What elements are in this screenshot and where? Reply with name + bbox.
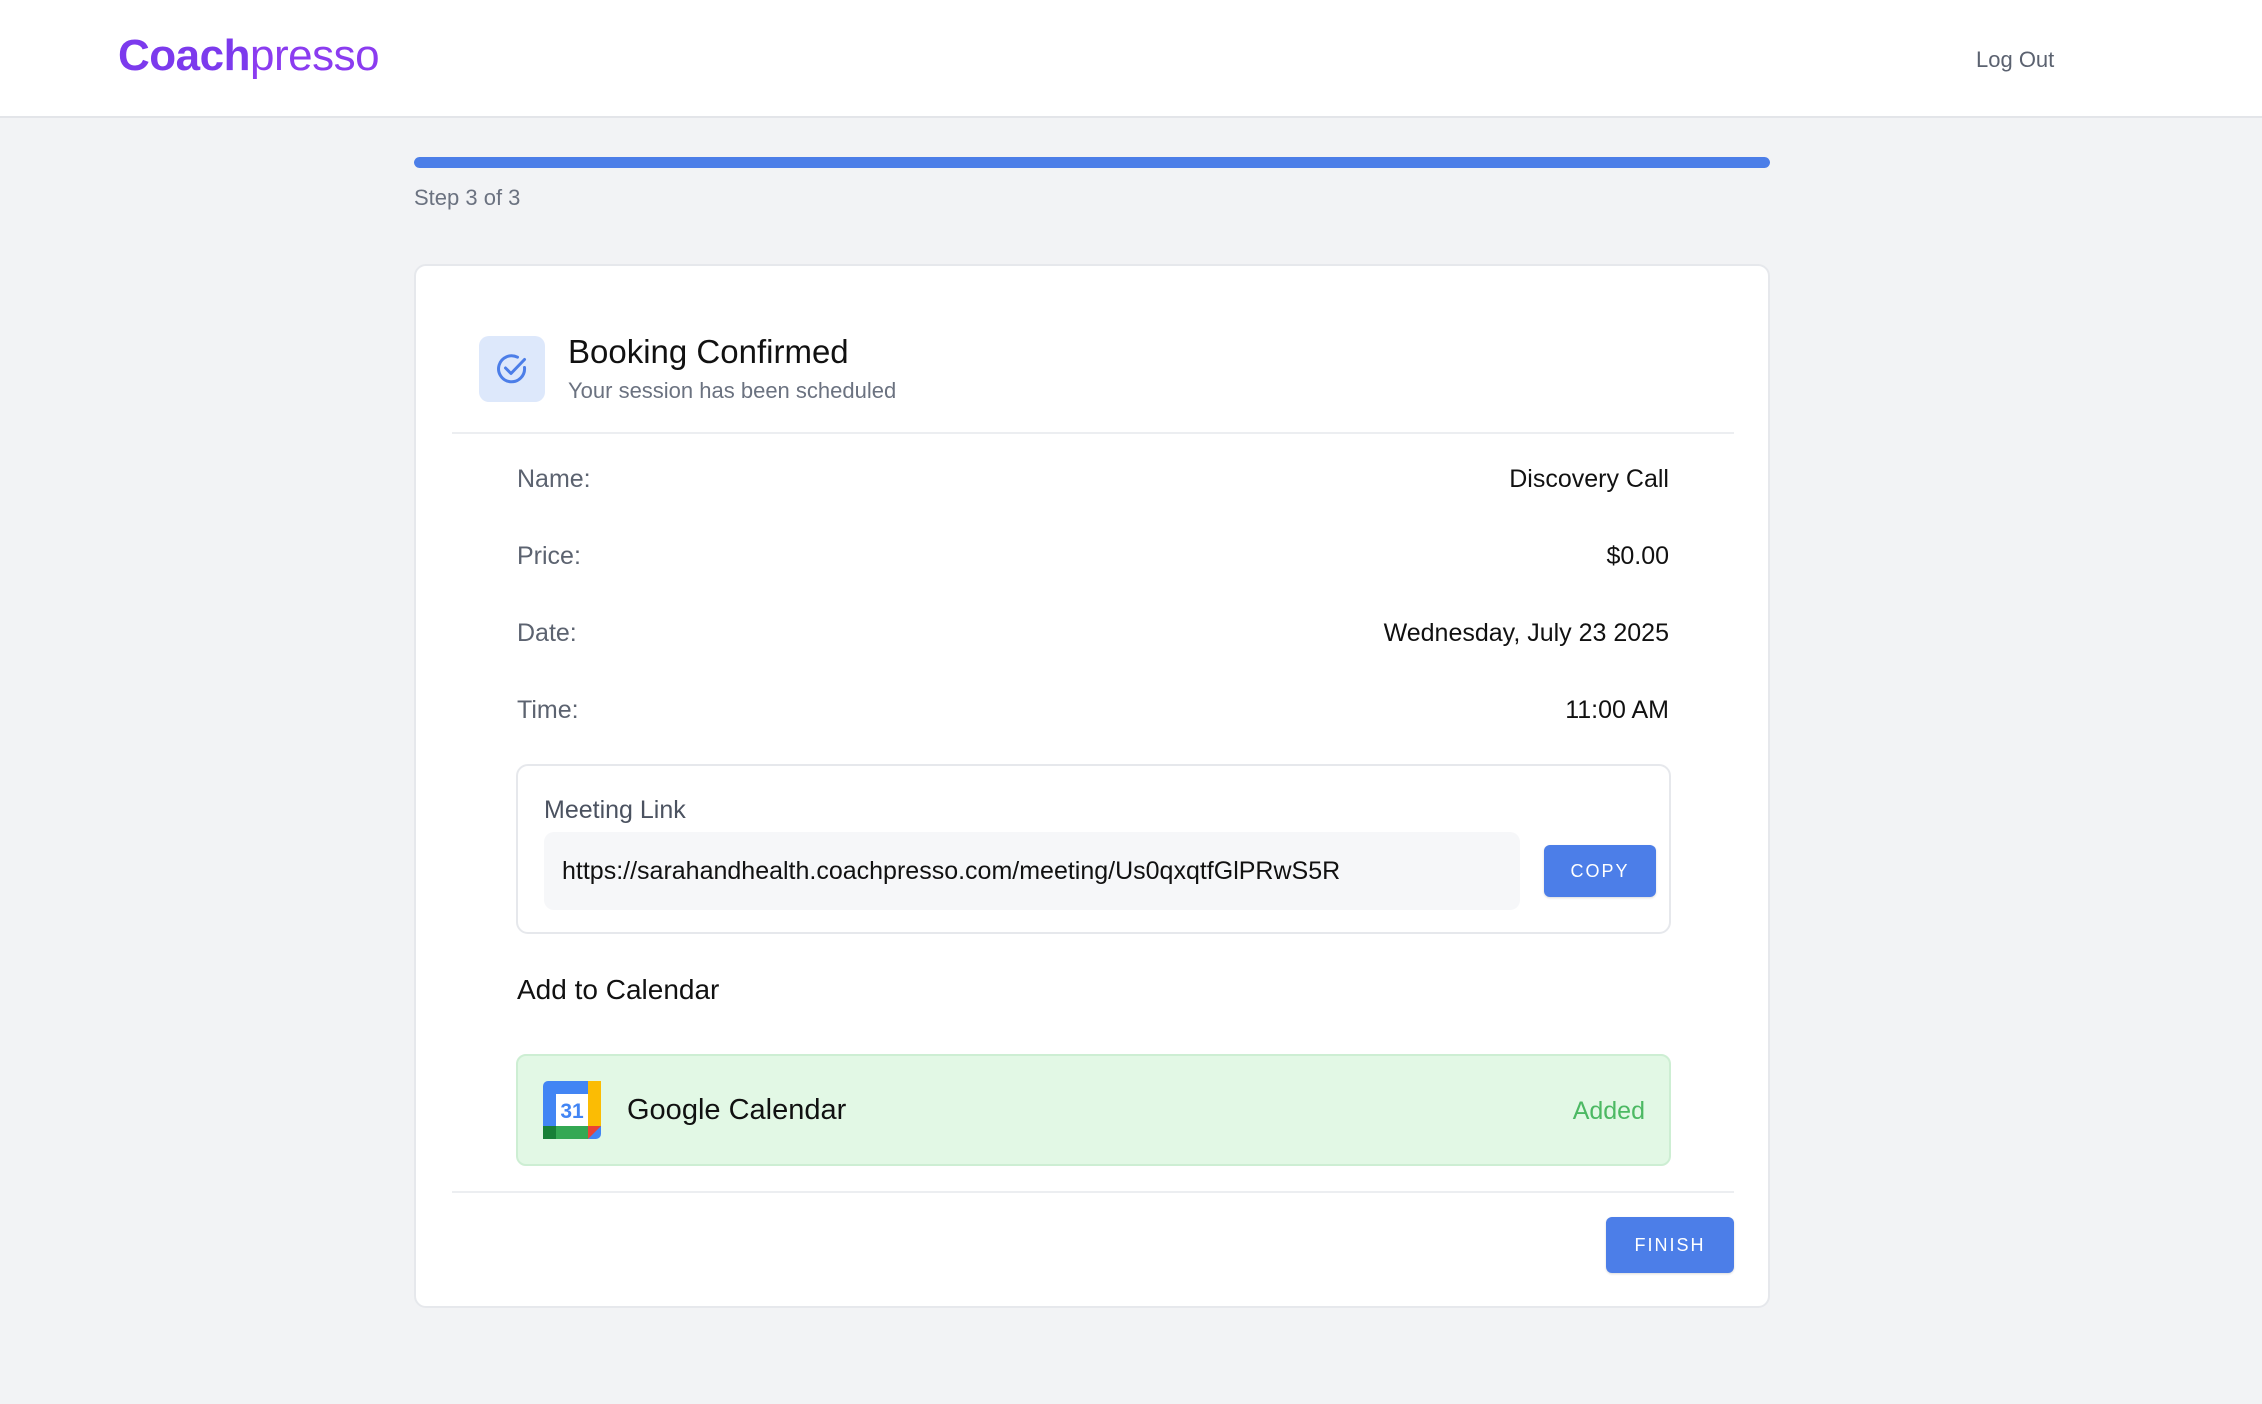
header-divider bbox=[452, 432, 1734, 434]
google-calendar-icon-day: 31 bbox=[560, 1100, 584, 1123]
footer-divider bbox=[452, 1191, 1734, 1193]
confirmation-title: Booking Confirmed bbox=[568, 333, 849, 370]
copy-button[interactable]: COPY bbox=[1544, 845, 1656, 897]
detail-row-time: Time: 11:00 AM bbox=[517, 690, 1669, 730]
calendar-status-badge: Added bbox=[1572, 1097, 1645, 1125]
booking-confirmation-card: Booking Confirmed Your session has been … bbox=[414, 264, 1770, 1308]
detail-value: 11:00 AM bbox=[1565, 696, 1669, 724]
detail-value: Discovery Call bbox=[1509, 465, 1669, 493]
detail-row-name: Name: Discovery Call bbox=[517, 459, 1669, 499]
top-navbar: Coachpresso Log Out bbox=[0, 0, 2262, 118]
step-indicator: Step 3 of 3 bbox=[414, 185, 521, 210]
progress-bar-fill bbox=[414, 157, 1770, 168]
progress-bar bbox=[414, 157, 1770, 168]
logout-link[interactable]: Log Out bbox=[1976, 44, 2054, 76]
detail-label: Price: bbox=[517, 542, 581, 570]
confirmation-subtitle: Your session has been scheduled bbox=[568, 378, 897, 403]
coachpresso-logo[interactable]: Coachpresso bbox=[118, 28, 380, 84]
calendar-option-google[interactable]: 31 Google Calendar Added bbox=[516, 1054, 1671, 1166]
meeting-link-label: Meeting Link bbox=[544, 796, 686, 824]
meeting-link-field[interactable]: https://sarahandhealth.coachpresso.com/m… bbox=[544, 832, 1520, 910]
calendar-name: Google Calendar bbox=[627, 1094, 847, 1126]
meeting-link-box: Meeting Link https://sarahandhealth.coac… bbox=[516, 764, 1671, 934]
detail-label: Date: bbox=[517, 619, 577, 647]
detail-row-price: Price: $0.00 bbox=[517, 536, 1669, 576]
detail-label: Name: bbox=[517, 465, 591, 493]
detail-label: Time: bbox=[517, 696, 579, 724]
add-to-calendar-heading: Add to Calendar bbox=[517, 974, 720, 1005]
check-circle-icon bbox=[479, 336, 545, 402]
google-calendar-icon: 31 bbox=[543, 1081, 601, 1139]
detail-value: $0.00 bbox=[1606, 542, 1669, 570]
logo-bold-text: Coach bbox=[118, 31, 250, 80]
logo-light-text: presso bbox=[249, 31, 380, 80]
finish-button[interactable]: FINISH bbox=[1606, 1217, 1734, 1273]
detail-value: Wednesday, July 23 2025 bbox=[1383, 619, 1669, 647]
detail-row-date: Date: Wednesday, July 23 2025 bbox=[517, 613, 1669, 653]
